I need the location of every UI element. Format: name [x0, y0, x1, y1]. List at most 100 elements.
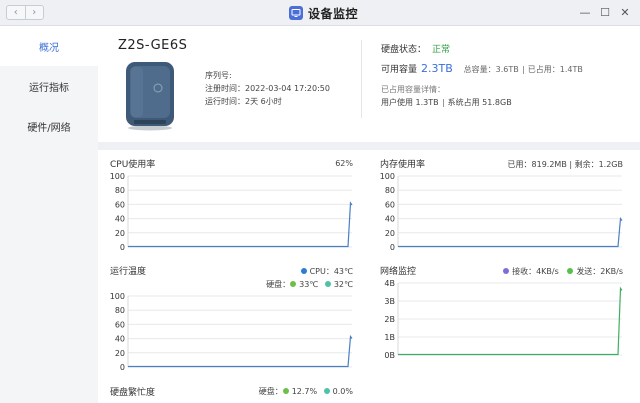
header-divider [361, 40, 362, 118]
close-button[interactable]: ✕ [618, 5, 632, 19]
cpu-temperature: CPU：43℃ [309, 267, 353, 276]
network-chart-title: 网络监控 [380, 267, 417, 277]
memory-usage-chart: 100 80 60 40 20 0 [380, 172, 626, 252]
cpu-y-tick-label: 100 [110, 172, 125, 181]
disk2-busy-value: 0.0% [332, 387, 353, 396]
network-y-tick-label: 2B [384, 315, 395, 324]
temperature-y-tick-label: 80 [115, 306, 125, 315]
temperature-y-tick-label: 0 [120, 363, 125, 372]
sidebar-item-metrics[interactable]: 运行指标 [0, 66, 98, 106]
memory-y-tick-label: 40 [385, 215, 395, 224]
available-capacity-label: 可用容量 [381, 65, 418, 75]
temperature-y-tick-label: 100 [110, 292, 125, 301]
memory-y-tick-label: 0 [390, 243, 395, 252]
memory-usage-detail: 已用：819.2MB | 剩余：1.2GB [507, 160, 623, 169]
window-title-group: 设备监控 [289, 4, 358, 22]
used-capacity: 已占用：1.4TB [527, 65, 583, 74]
temperature-chart-title: 运行温度 [110, 267, 147, 277]
disk2-temperature: 32℃ [333, 280, 353, 289]
sidebar-item-hardware-network[interactable]: 硬件/网络 [0, 106, 98, 146]
disk2-busy-dot [323, 388, 330, 394]
window-title: 设备监控 [308, 6, 359, 21]
sidebar-item-overview[interactable]: 概况 [0, 26, 98, 66]
network-chart: 4B 3B 2B 1B 0B [380, 279, 626, 360]
maximize-button[interactable]: ☐ [598, 5, 612, 19]
capacity-row: 可用容量 2.3TB 总容量：3.6TB 已占用：1.4TB [381, 62, 583, 75]
network-series-line [398, 286, 623, 356]
used-detail-row: 用户使用 1.3TB 系统占用 51.8GB [381, 97, 512, 108]
nav-button-group: ‹ › [6, 5, 44, 20]
memory-y-tick-label: 80 [385, 186, 395, 195]
cpu-y-tick-label: 40 [115, 215, 125, 224]
tx-legend-dot [567, 268, 574, 274]
back-button[interactable]: ‹ [7, 6, 25, 19]
device-image [120, 58, 180, 132]
memory-chart-title: 内存使用率 [380, 160, 426, 170]
memory-chart-svg: 100 80 60 40 20 0 [380, 172, 623, 252]
cpu-y-tick-label: 60 [115, 200, 125, 209]
forward-button[interactable]: › [24, 6, 44, 19]
cpu-legend-dot [300, 268, 307, 274]
temperature-chart-svg: 100 80 60 40 20 0 [110, 292, 353, 372]
disk-status-label: 硬盘状态： [381, 45, 427, 55]
disk-busy-label: 硬盘： [258, 387, 283, 396]
sidebar-item-label: 硬件/网络 [27, 122, 71, 134]
sidebar: 概况 运行指标 硬件/网络 [0, 26, 98, 403]
cpu-y-tick-label: 80 [115, 186, 125, 195]
cpu-series-line [128, 201, 353, 248]
network-send-rate: 发送：2KB/s [576, 267, 623, 276]
network-receive-rate: 接收：4KB/s [512, 267, 559, 276]
memory-y-tick-label: 20 [385, 229, 395, 238]
sidebar-item-label: 运行指标 [29, 82, 69, 94]
title-bar: ‹ › 设备监控 — ☐ ✕ [0, 0, 640, 26]
system-used: 系统占用 51.8GB [447, 98, 512, 107]
temperature-chart: 100 80 60 40 20 0 [110, 292, 356, 372]
device-info: 序列号: 注册时间：2022-03-04 17:20:50 运行时间：2天 6小… [205, 69, 330, 108]
network-legend: 接收：4KB/s 发送：2KB/s [470, 266, 623, 277]
disk1-busy-dot [282, 388, 289, 394]
network-y-tick-label: 3B [384, 297, 395, 306]
temperature-y-tick-label: 40 [115, 335, 125, 344]
maximize-icon: ☐ [600, 5, 610, 19]
disk-status-badge: 正常 [432, 45, 451, 55]
cpu-usage-chart: 100 80 60 40 20 0 [110, 172, 356, 252]
temperature-y-tick-label: 20 [115, 349, 125, 358]
cpu-y-tick-label: 20 [115, 229, 125, 238]
memory-y-tick-label: 60 [385, 200, 395, 209]
used-detail-label: 已占用容量详情： [381, 84, 445, 95]
register-time: 注册时间：2022-03-04 17:20:50 [205, 84, 330, 93]
network-y-tick-label: 0B [384, 351, 395, 360]
cpu-current-value: 62% [335, 159, 353, 168]
cpu-y-tick-label: 0 [120, 243, 125, 252]
disk1-legend-dot [290, 281, 297, 287]
available-capacity-value: 2.3TB [421, 62, 453, 75]
close-icon: ✕ [620, 5, 630, 19]
cpu-chart-svg: 100 80 60 40 20 0 [110, 172, 353, 252]
rx-legend-dot [503, 268, 510, 274]
disk-temp-label: 硬盘： [266, 280, 291, 289]
minimize-icon: — [579, 5, 591, 19]
network-chart-svg: 4B 3B 2B 1B 0B [384, 279, 623, 360]
minimize-button[interactable]: — [578, 5, 592, 19]
used-detail-title: 已占用容量详情： [381, 85, 445, 94]
section-gap [98, 142, 640, 150]
network-y-tick-label: 4B [384, 279, 395, 288]
temperature-y-tick-label: 60 [115, 320, 125, 329]
sidebar-item-label: 概况 [39, 42, 59, 54]
device-monitor-app-icon [289, 6, 303, 20]
serial-number: 序列号: [205, 71, 232, 80]
memory-y-tick-label: 100 [380, 172, 395, 181]
temperature-legend-disk: 硬盘： 33℃ 32℃ [240, 279, 353, 290]
disk-busy-chart-title: 硬盘繁忙度 [110, 388, 156, 398]
device-name: Z2S-GE6S [118, 38, 188, 53]
cpu-chart-title: CPU使用率 [110, 160, 156, 170]
temperature-series-line [128, 334, 353, 368]
device-monitor-window: ‹ › 设备监控 — ☐ ✕ 概况 运行指标 硬件/网络 Z2S-GE6S 序列… [0, 0, 640, 403]
chevron-left-icon: ‹ [13, 7, 18, 18]
chevron-right-icon: › [32, 7, 37, 18]
disk1-temperature: 33℃ [299, 280, 319, 289]
disk2-legend-dot [324, 281, 331, 287]
total-capacity: 总容量：3.6TB [463, 65, 519, 74]
temperature-legend-cpu: CPU：43℃ [280, 266, 353, 277]
disk-busy-legend: 硬盘： 12.7% 0.0% [230, 386, 353, 397]
